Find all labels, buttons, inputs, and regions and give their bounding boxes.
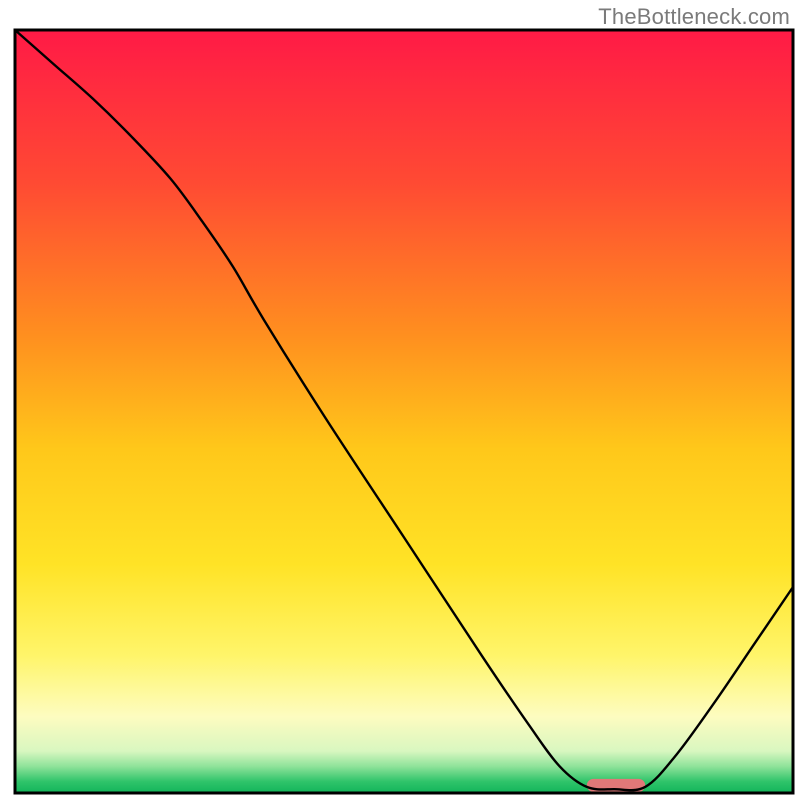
- chart-svg: [0, 0, 800, 800]
- plot-area: [15, 30, 793, 793]
- watermark-text: TheBottleneck.com: [598, 4, 790, 30]
- chart-background: [15, 30, 793, 793]
- bottleneck-chart: TheBottleneck.com: [0, 0, 800, 800]
